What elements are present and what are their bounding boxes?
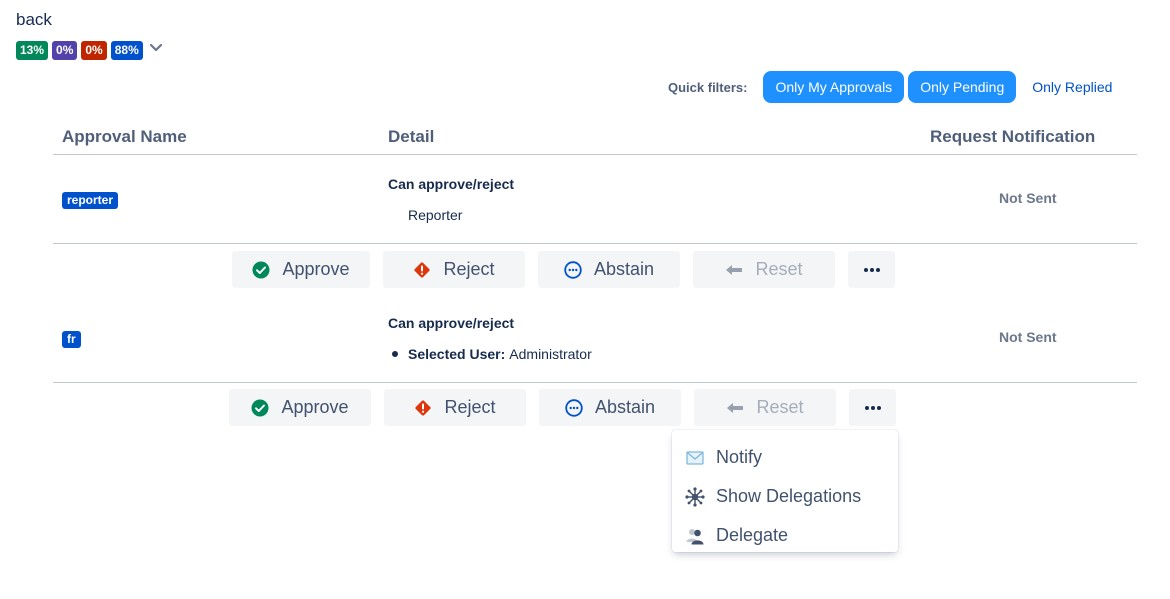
error-diamond-icon [415, 399, 432, 416]
abstained-percent-badge: 0% [52, 41, 78, 60]
undo-arrow-icon [727, 402, 744, 413]
menu-item-label: Notify [716, 447, 763, 467]
detail-key: Selected User: [408, 346, 506, 362]
reset-button[interactable]: Reset [693, 251, 835, 288]
quick-filters-label: Quick filters: [668, 79, 748, 95]
approval-name-lozenge: reporter [62, 192, 119, 209]
undo-arrow-icon [726, 264, 743, 275]
abstain-button[interactable]: Abstain [539, 389, 681, 426]
table-header: Approval Name Detail Request Notificatio… [53, 125, 1137, 155]
detail-title: Can approve/reject [388, 315, 515, 331]
bullet [392, 351, 398, 357]
more-dots-icon [863, 267, 880, 272]
menu-item-notify[interactable]: Notify [672, 438, 898, 477]
quick-filters: Quick filters: Only My Approvals Only Pe… [668, 71, 1128, 103]
approval-name-lozenge: fr [62, 331, 81, 348]
network-icon [685, 486, 705, 507]
reject-button[interactable]: Reject [383, 251, 525, 288]
pending-percent-badge: 88% [110, 41, 143, 60]
abstain-label: Abstain [593, 259, 655, 279]
menu-item-label: Show Delegations [716, 486, 862, 506]
header-detail: Detail [388, 127, 435, 146]
detail-value: Administrator [509, 346, 592, 362]
reject-button[interactable]: Reject [384, 389, 526, 426]
abstain-label: Abstain [594, 397, 656, 417]
check-circle-icon [252, 261, 270, 278]
approval-actions: Approve Reject Abstain Reset [229, 389, 896, 426]
error-diamond-icon [414, 261, 431, 278]
filter-only-replied[interactable]: Only Replied [1020, 71, 1124, 103]
abstain-button[interactable]: Abstain [538, 251, 680, 288]
users-icon [686, 528, 704, 544]
back-link[interactable]: back [16, 10, 52, 30]
reset-label: Reset [755, 259, 803, 279]
envelope-icon [686, 450, 704, 465]
table-row: reporter Can approve/reject Reporter Not… [53, 155, 1137, 244]
notification-status: Not Sent [999, 329, 1057, 345]
reset-button[interactable]: Reset [694, 389, 836, 426]
progress-badges: 13% 0% 0% 88% [16, 41, 163, 60]
menu-item-show-delegations[interactable]: Show Delegations [672, 477, 898, 516]
detail-text: Reporter [408, 207, 463, 223]
table-row: fr Can approve/reject Selected User: Adm… [53, 294, 1137, 383]
more-actions-menu: Notify Show Delegations Delegate [672, 430, 898, 552]
reject-label: Reject [444, 397, 496, 417]
chevron-down-icon[interactable] [149, 41, 163, 55]
approve-button[interactable]: Approve [232, 251, 370, 288]
reset-label: Reset [756, 397, 804, 417]
more-actions-button[interactable] [849, 389, 896, 426]
menu-item-delegate[interactable]: Delegate [672, 516, 898, 555]
approve-label: Approve [281, 397, 349, 417]
more-dots-icon [864, 405, 881, 410]
header-approval-name: Approval Name [62, 127, 187, 146]
filter-only-pending[interactable]: Only Pending [908, 71, 1017, 103]
approval-actions: Approve Reject Abstain Reset [232, 251, 895, 288]
ellipsis-circle-icon [564, 260, 582, 279]
ellipsis-circle-icon [565, 398, 583, 417]
notification-status: Not Sent [999, 190, 1057, 206]
approved-percent-badge: 13% [16, 41, 49, 60]
approve-label: Approve [282, 259, 350, 279]
rejected-percent-badge: 0% [81, 41, 107, 60]
reject-label: Reject [443, 259, 495, 279]
check-circle-icon [251, 399, 269, 416]
header-request-notification: Request Notification [930, 127, 1096, 146]
filter-only-my-approvals[interactable]: Only My Approvals [763, 71, 905, 103]
more-actions-button[interactable] [848, 251, 895, 288]
detail-title: Can approve/reject [388, 176, 515, 192]
menu-item-label: Delegate [716, 525, 789, 545]
detail-selected-user: Selected User: Administrator [392, 346, 592, 362]
approve-button[interactable]: Approve [229, 389, 371, 426]
